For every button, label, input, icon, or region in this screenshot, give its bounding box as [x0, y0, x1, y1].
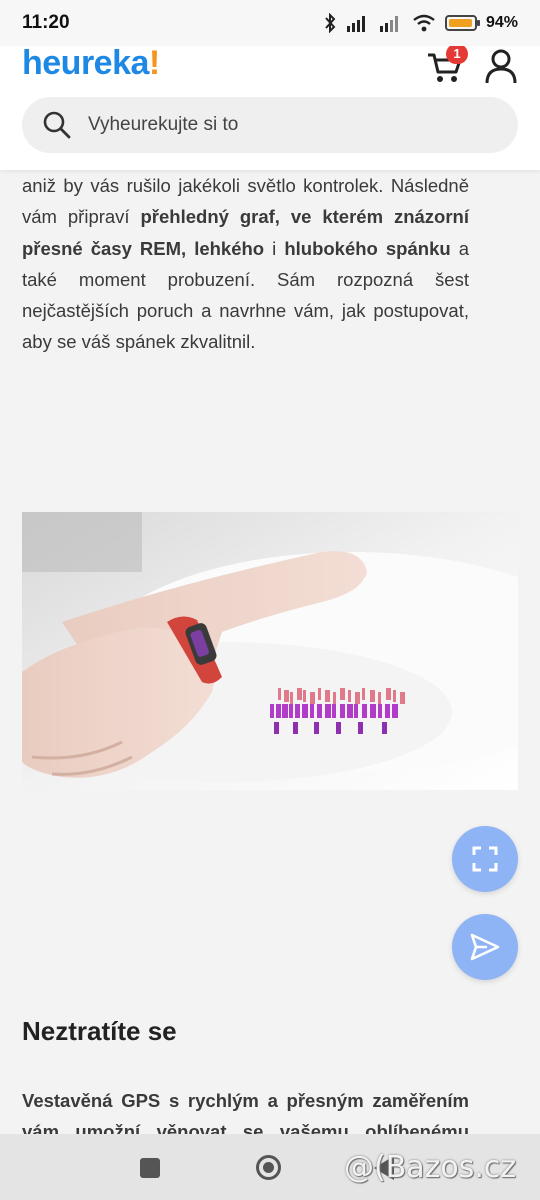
battery-icon: [444, 15, 480, 31]
sleep-bar-light: [355, 692, 360, 704]
sleep-bar-light: [325, 690, 330, 702]
sleep-bar-light: [370, 690, 375, 702]
signal-icon: [379, 16, 398, 32]
sleep-bar-rem: [336, 722, 341, 734]
search-icon: [43, 111, 71, 139]
sleep-bar-light: [284, 690, 289, 702]
sleep-bar-light: [348, 690, 351, 702]
home-button[interactable]: [256, 1155, 281, 1180]
sleep-bar-light: [362, 688, 365, 700]
sleep-bar-light: [303, 690, 306, 702]
user-icon[interactable]: [484, 48, 518, 84]
search-bar[interactable]: [22, 97, 518, 153]
status-bar: 11:20 94%: [0, 0, 540, 46]
fullscreen-button[interactable]: [452, 826, 518, 892]
article-content: aniž by vás rušilo jakékoli světlo kontr…: [22, 170, 469, 358]
sleep-bar-light: [297, 688, 302, 700]
sleep-bar-light: [318, 688, 321, 700]
sleep-bar-deep: [289, 704, 293, 718]
logo-text: heureka: [22, 44, 149, 82]
status-time: 11:20: [22, 12, 70, 33]
sleep-bar-rem: [274, 722, 279, 734]
section-heading: Neztratíte se: [22, 1016, 177, 1046]
fullscreen-icon: [472, 846, 498, 872]
sleep-bar-light: [400, 692, 405, 704]
sleep-bar-rem: [314, 722, 319, 734]
sleep-bar-deep: [378, 704, 382, 718]
sleep-bar-deep: [282, 704, 288, 718]
sleep-bar-light: [393, 690, 396, 702]
sleep-bar-light: [333, 692, 336, 704]
sleep-bar-deep: [347, 704, 353, 718]
sleep-bar-deep: [392, 704, 398, 718]
sleep-bar-deep: [295, 704, 300, 718]
share-button[interactable]: [452, 914, 518, 980]
sleep-bar-deep: [340, 704, 345, 718]
photo-illustration: [22, 512, 518, 790]
sleep-bar-deep: [310, 704, 314, 718]
sleep-bar-rem: [382, 722, 387, 734]
sleep-bar-deep: [332, 704, 336, 718]
watermark: @(Bazos.cz: [344, 1150, 517, 1185]
wifi-icon: [413, 14, 435, 32]
sleep-bar-deep: [276, 704, 281, 718]
sleep-bar-deep: [302, 704, 308, 718]
bluetooth-icon: [325, 13, 336, 33]
sleep-bar-deep: [362, 704, 367, 718]
sleep-bar-light: [310, 692, 315, 704]
sleep-bar-deep: [385, 704, 390, 718]
sleep-bar-light: [278, 688, 281, 700]
product-photo: [22, 512, 518, 790]
paragraph-text: i: [264, 237, 285, 259]
signal-icon: [346, 16, 365, 32]
sleep-bar-deep: [317, 704, 322, 718]
sleep-bar-deep: [270, 704, 274, 718]
sleep-bar-deep: [370, 704, 376, 718]
sleep-bar-light: [386, 688, 391, 700]
sleep-bar-light: [340, 688, 345, 700]
site-header: heureka! 1: [0, 44, 540, 170]
search-input[interactable]: [88, 114, 468, 136]
recents-button[interactable]: [140, 1158, 160, 1178]
sleep-bar-deep: [325, 704, 331, 718]
logo-accent: !: [148, 44, 160, 82]
paragraph-bold-text: hlubokého spánku: [284, 237, 451, 259]
battery-percent: 94%: [485, 14, 518, 31]
sleep-bar-rem: [358, 722, 363, 734]
sleep-bar-light: [290, 692, 293, 704]
battery-level-fill: [448, 19, 472, 27]
send-icon: [470, 933, 500, 961]
sleep-bar-light: [378, 692, 381, 704]
status-icons: 94%: [323, 13, 518, 33]
sleep-paragraph: aniž by vás rušilo jakékoli světlo kontr…: [22, 170, 469, 358]
cart-count-badge: 1: [446, 44, 468, 64]
sleep-bar-deep: [354, 704, 358, 718]
heureka-logo[interactable]: heureka!: [22, 46, 160, 80]
sleep-bar-rem: [293, 722, 298, 734]
